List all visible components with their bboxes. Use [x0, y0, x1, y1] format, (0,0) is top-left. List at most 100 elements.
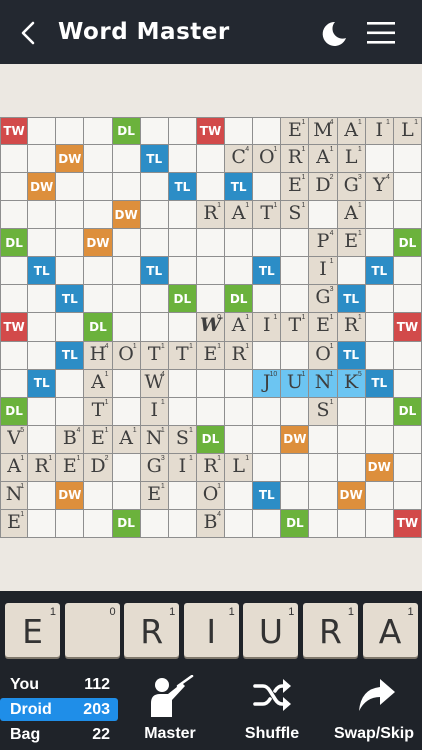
board-tile[interactable]: L1 — [225, 453, 254, 482]
back-button[interactable] — [14, 18, 44, 48]
board-square[interactable] — [365, 201, 394, 230]
board-square[interactable] — [393, 145, 422, 174]
menu-button[interactable] — [366, 20, 396, 46]
board-square[interactable] — [225, 369, 254, 398]
bonus-square-tl[interactable]: TL — [56, 285, 85, 314]
board-square[interactable] — [253, 397, 282, 426]
board-square[interactable] — [28, 481, 57, 510]
board-square[interactable] — [28, 397, 57, 426]
board-square[interactable] — [140, 229, 169, 258]
bonus-square-tl[interactable]: TL — [56, 341, 85, 370]
board-square[interactable] — [28, 201, 57, 230]
board-tile[interactable]: A1 — [112, 425, 141, 454]
board-square[interactable] — [253, 173, 282, 202]
board-square[interactable] — [56, 117, 85, 146]
board-square[interactable] — [225, 481, 254, 510]
board-square[interactable] — [365, 229, 394, 258]
board-square[interactable] — [0, 145, 29, 174]
board-square[interactable] — [168, 117, 197, 146]
bonus-square-dl[interactable]: DL — [393, 397, 422, 426]
board-tile[interactable]: B4 — [196, 509, 226, 538]
board-tile[interactable]: L1 — [337, 145, 366, 174]
board-square[interactable] — [112, 285, 141, 314]
board-square[interactable] — [196, 257, 226, 286]
board-square[interactable] — [309, 481, 338, 510]
board-tile[interactable]: D2 — [84, 453, 113, 482]
bonus-square-dw[interactable]: DW — [281, 425, 310, 454]
board-square[interactable] — [281, 229, 310, 258]
board-square[interactable] — [168, 397, 197, 426]
board-tile[interactable]: N1 — [0, 481, 29, 510]
board-square[interactable] — [140, 201, 169, 230]
board-tile[interactable]: G3 — [140, 453, 169, 482]
board-tile[interactable]: I1 — [253, 313, 282, 342]
board-tile[interactable]: A1 — [84, 369, 113, 398]
board-tile[interactable]: E1 — [56, 453, 85, 482]
board-square[interactable] — [281, 453, 310, 482]
board-square[interactable] — [225, 257, 254, 286]
board-square[interactable] — [112, 173, 141, 202]
bonus-square-dl[interactable]: DL — [168, 285, 197, 314]
board-square[interactable] — [196, 397, 226, 426]
board-square[interactable] — [56, 173, 85, 202]
board-square[interactable] — [84, 257, 113, 286]
board-square[interactable] — [112, 257, 141, 286]
board-square[interactable] — [337, 257, 366, 286]
board-tile[interactable]: R1 — [281, 145, 310, 174]
board-tile[interactable]: T1 — [281, 313, 310, 342]
board-tile[interactable]: T1 — [168, 341, 197, 370]
bonus-square-dl[interactable]: DL — [393, 229, 422, 258]
bonus-square-tl[interactable]: TL — [337, 341, 366, 370]
board-square[interactable] — [196, 285, 226, 314]
board-tile[interactable]: M4 — [309, 117, 338, 146]
bonus-square-dw[interactable]: DW — [28, 173, 57, 202]
board-square[interactable] — [196, 145, 226, 174]
board-tile[interactable]: L1 — [393, 117, 422, 146]
board-tile[interactable]: E1 — [84, 425, 113, 454]
board-square[interactable] — [0, 369, 29, 398]
board-square[interactable] — [253, 509, 282, 538]
board-square[interactable] — [140, 509, 169, 538]
board-tile[interactable]: A1 — [337, 117, 366, 146]
board-square[interactable] — [84, 145, 113, 174]
board-square[interactable] — [253, 453, 282, 482]
bonus-square-dl[interactable]: DL — [84, 313, 113, 342]
bonus-square-dw[interactable]: DW — [84, 229, 113, 258]
board-square[interactable] — [112, 397, 141, 426]
board-tile[interactable]: A1 — [309, 145, 338, 174]
board-square[interactable] — [56, 201, 85, 230]
board-square[interactable] — [0, 341, 29, 370]
board-tile[interactable]: E1 — [281, 173, 310, 202]
board-square[interactable] — [140, 313, 169, 342]
master-button[interactable]: Master — [128, 669, 212, 750]
board-square[interactable] — [337, 425, 366, 454]
board-square[interactable] — [225, 229, 254, 258]
board-square[interactable] — [168, 369, 197, 398]
board-tile[interactable]: E1 — [0, 509, 29, 538]
bonus-square-dl[interactable]: DL — [281, 509, 310, 538]
bonus-square-dl[interactable]: DL — [112, 509, 141, 538]
board-square[interactable] — [393, 481, 422, 510]
board-square[interactable] — [309, 509, 338, 538]
bonus-square-tl[interactable]: TL — [28, 369, 57, 398]
rack-tile[interactable]: R1 — [124, 603, 180, 657]
board-square[interactable] — [56, 369, 85, 398]
board-tile[interactable]: I1 — [365, 117, 394, 146]
board-tile[interactable]: A1 — [225, 313, 254, 342]
board-square[interactable] — [365, 481, 394, 510]
board-square[interactable] — [393, 369, 422, 398]
board-tile[interactable]: E1 — [196, 341, 226, 370]
board-tile[interactable]: I1 — [309, 257, 338, 286]
board-tile[interactable]: E1 — [140, 481, 169, 510]
board-tile[interactable]: A1 — [337, 201, 366, 230]
board-square[interactable] — [393, 285, 422, 314]
board-square[interactable] — [253, 285, 282, 314]
board-tile[interactable]: S1 — [281, 201, 310, 230]
bonus-square-tl[interactable]: TL — [140, 257, 169, 286]
board-square[interactable] — [28, 313, 57, 342]
board-tile[interactable]: O1 — [309, 341, 338, 370]
board-square[interactable] — [56, 229, 85, 258]
board-square[interactable] — [337, 453, 366, 482]
board-tile[interactable]: C4 — [225, 145, 254, 174]
bonus-square-tw[interactable]: TW — [196, 117, 226, 146]
